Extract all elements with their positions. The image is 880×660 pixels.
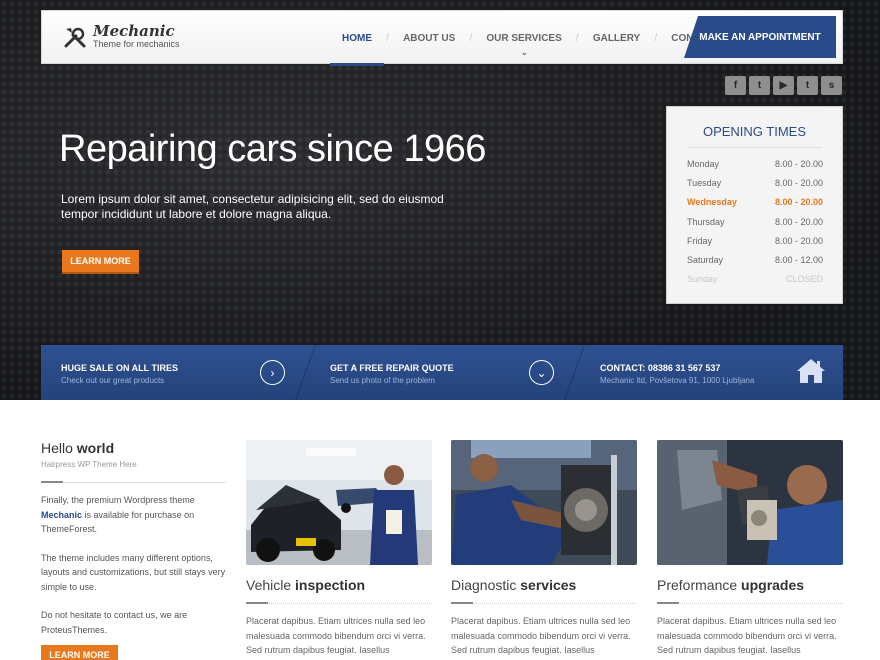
hours-row-closed: Sunday CLOSED bbox=[667, 270, 842, 289]
card-text: Placerat dapibus. Etiam ultrices nulla s… bbox=[246, 616, 426, 655]
divider bbox=[246, 602, 432, 604]
divider bbox=[41, 481, 226, 483]
intro-title: Hello world bbox=[41, 440, 226, 456]
intro-paragraph: The theme includes many different option… bbox=[41, 552, 226, 592]
diagnostic-services-image[interactable] bbox=[451, 440, 637, 565]
hero-title: Repairing cars since 1966 bbox=[59, 128, 486, 170]
wrench-icon bbox=[64, 27, 86, 48]
card-title: Diagnostic services bbox=[451, 577, 637, 593]
service-card: Diagnostic services Placerat dapibus. Et… bbox=[451, 440, 637, 658]
divider bbox=[563, 345, 586, 400]
service-card: Vehicle inspection Placerat dapibus. Eti… bbox=[246, 440, 432, 658]
logo-subtitle: Theme for mechanics bbox=[93, 39, 180, 49]
sidebar-learn-more-button[interactable]: LEARN MORE bbox=[41, 645, 118, 660]
hours-day: Tuesday bbox=[687, 177, 722, 188]
intro-sidebar: Hello world Hairpress WP Theme Here Fina… bbox=[41, 440, 226, 660]
quote-title: GET A FREE REPAIR QUOTE bbox=[330, 363, 454, 373]
card-title-bold: services bbox=[520, 577, 577, 593]
twitter-icon[interactable]: t bbox=[749, 76, 770, 95]
intro-paragraph: Do not hesitate to contact us, we are Pr… bbox=[41, 610, 188, 635]
contact-title: CONTACT: 08386 31 567 537 bbox=[600, 363, 721, 373]
sale-subtitle: Check out our great products bbox=[61, 376, 165, 385]
nav-our-services[interactable]: OUR SERVICES ⌄ bbox=[472, 11, 575, 65]
hours-day: Wednesday bbox=[687, 197, 737, 208]
hours-row: Monday 8.00 - 20.00 bbox=[667, 154, 842, 173]
card-title: Preformance upgrades bbox=[657, 577, 843, 593]
card-title-light: Diagnostic bbox=[451, 577, 517, 593]
home-icon[interactable] bbox=[796, 357, 826, 385]
youtube-icon[interactable]: ▶ bbox=[773, 76, 794, 95]
card-title-bold: inspection bbox=[295, 577, 366, 593]
hours-time: CLOSED bbox=[785, 274, 823, 285]
service-card: Preformance upgrades Placerat dapibus. E… bbox=[657, 440, 843, 658]
hours-row: Thursday 8.00 - 20.00 bbox=[667, 212, 842, 231]
card-title-light: Preformance bbox=[657, 577, 738, 593]
card-title: Vehicle inspection bbox=[246, 577, 432, 593]
hours-time: 8.00 - 20.00 bbox=[774, 235, 823, 246]
intro-subtitle: Hairpress WP Theme Here bbox=[41, 460, 137, 469]
card-text: Placerat dapibus. Etiam ultrices nulla s… bbox=[657, 616, 837, 655]
chevron-down-icon[interactable]: ⌄ bbox=[529, 360, 554, 385]
make-appointment-button[interactable]: MAKE AN APPOINTMENT bbox=[684, 16, 836, 58]
card-title-bold: upgrades bbox=[741, 577, 805, 593]
nav-gallery[interactable]: GALLERY bbox=[579, 11, 654, 65]
divider bbox=[451, 602, 637, 604]
hours-day: Friday bbox=[687, 235, 713, 246]
info-bar: HUGE SALE ON ALL TIRES Check out our gre… bbox=[41, 345, 843, 400]
hours-time: 8.00 - 20.00 bbox=[774, 216, 823, 227]
hero-text: Lorem ipsum dolor sit amet, consectetur … bbox=[61, 192, 444, 221]
facebook-icon[interactable]: f bbox=[725, 76, 746, 95]
intro-text: Finally, the premium Wordpress theme bbox=[41, 495, 195, 505]
nav-home[interactable]: HOME bbox=[328, 11, 386, 66]
hero-learn-more-button[interactable]: LEARN MORE bbox=[62, 250, 139, 274]
site-header: Mechanic Theme for mechanics HOME / ABOU… bbox=[41, 10, 843, 66]
card-text: Placerat dapibus. Etiam ultrices nulla s… bbox=[451, 616, 631, 655]
logo[interactable]: Mechanic Theme for mechanics bbox=[62, 24, 180, 50]
hours-row: Friday 8.00 - 20.00 bbox=[667, 231, 842, 250]
brand-link[interactable]: Mechanic bbox=[41, 510, 82, 520]
social-links: f t ▶ t s bbox=[725, 76, 842, 95]
hours-day: Monday bbox=[687, 158, 720, 169]
tumblr-icon[interactable]: t bbox=[797, 76, 818, 95]
hours-row-today: Wednesday 8.00 - 20.00 bbox=[667, 193, 842, 212]
hours-time: 8.00 - 20.00 bbox=[774, 158, 823, 169]
chevron-right-icon[interactable]: › bbox=[260, 360, 285, 385]
opening-times-panel: OPENING TIMES Monday 8.00 - 20.00 Tuesda… bbox=[666, 106, 843, 304]
nav-our-services-label: OUR SERVICES bbox=[486, 32, 562, 44]
hours-day: Sunday bbox=[687, 274, 718, 285]
intro-title-light: Hello bbox=[41, 440, 73, 456]
intro-paragraph: Finally, the premium Wordpress theme Mec… bbox=[41, 493, 226, 537]
intro-title-bold: world bbox=[76, 440, 115, 456]
hours-time: 8.00 - 20.00 bbox=[774, 177, 823, 188]
contact-banner: CONTACT: 08386 31 567 537 Mechanic ltd, … bbox=[600, 345, 754, 400]
hours-day: Saturday bbox=[687, 255, 724, 266]
quote-banner[interactable]: GET A FREE REPAIR QUOTE Send us photo of… bbox=[330, 345, 454, 400]
opening-times-title: OPENING TIMES bbox=[702, 124, 807, 139]
hours-row: Saturday 8.00 - 12.00 bbox=[667, 250, 842, 269]
chevron-down-icon: ⌄ bbox=[521, 48, 528, 57]
card-title-light: Vehicle bbox=[246, 577, 292, 593]
skype-icon[interactable]: s bbox=[821, 76, 842, 95]
nav-about-us[interactable]: ABOUT US bbox=[389, 11, 469, 65]
sale-title: HUGE SALE ON ALL TIRES bbox=[61, 363, 179, 373]
divider bbox=[294, 345, 317, 400]
vehicle-inspection-image[interactable] bbox=[246, 440, 432, 565]
hours-row: Tuesday 8.00 - 20.00 bbox=[667, 173, 842, 192]
quote-subtitle: Send us photo of the problem bbox=[330, 376, 435, 385]
hours-day: Thursday bbox=[687, 216, 725, 227]
divider bbox=[657, 602, 843, 604]
contact-address: Mechanic ltd, Povšetova 91, 1000 Ljublja… bbox=[600, 376, 755, 385]
sale-banner[interactable]: HUGE SALE ON ALL TIRES Check out our gre… bbox=[61, 345, 178, 400]
hours-time: 8.00 - 12.00 bbox=[774, 255, 823, 266]
divider bbox=[687, 147, 822, 148]
hours-time: 8.00 - 20.00 bbox=[774, 197, 823, 208]
hero-section: Mechanic Theme for mechanics HOME / ABOU… bbox=[0, 0, 880, 400]
performance-upgrades-image[interactable] bbox=[657, 440, 843, 565]
logo-title: Mechanic bbox=[93, 22, 175, 40]
